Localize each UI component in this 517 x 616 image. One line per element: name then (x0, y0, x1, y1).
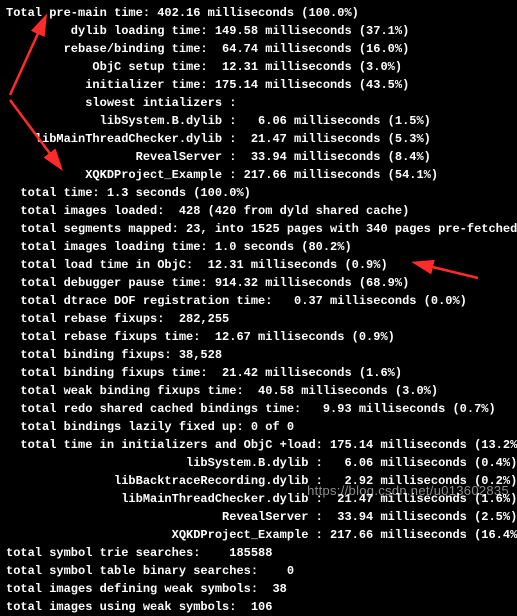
console-line: total images using weak symbols: 106 (6, 598, 511, 616)
console-line: libMainThreadChecker.dylib : 21.47 milli… (6, 130, 511, 148)
console-line: total redo shared cached bindings time: … (6, 400, 511, 418)
console-line: total debugger pause time: 914.32 millis… (6, 274, 511, 292)
console-line: dylib loading time: 149.58 milliseconds … (6, 22, 511, 40)
console-line: total rebase fixups: 282,255 (6, 310, 511, 328)
console-line: total rebase fixups time: 12.67 millisec… (6, 328, 511, 346)
console-line: XQKDProject_Example : 217.66 millisecond… (6, 166, 511, 184)
console-line: total weak binding fixups time: 40.58 mi… (6, 382, 511, 400)
console-line: libSystem.B.dylib : 6.06 milliseconds (1… (6, 112, 511, 130)
console-line: total images loaded: 428 (420 from dyld … (6, 202, 511, 220)
console-line: total symbol table binary searches: 0 (6, 562, 511, 580)
terminal-output: Total pre-main time: 402.16 milliseconds… (6, 4, 511, 616)
console-line: total segments mapped: 23, into 1525 pag… (6, 220, 511, 238)
console-line: XQKDProject_Example : 217.66 millisecond… (6, 526, 511, 544)
console-line: total images loading time: 1.0 seconds (… (6, 238, 511, 256)
console-line: total binding fixups time: 21.42 millise… (6, 364, 511, 382)
console-line: RevealServer : 33.94 milliseconds (8.4%) (6, 148, 511, 166)
console-line: total symbol trie searches: 185588 (6, 544, 511, 562)
console-line: initializer time: 175.14 milliseconds (4… (6, 76, 511, 94)
watermark-text: https://blog.csdn.net/u013602835 (307, 481, 509, 501)
console-line: total time: 1.3 seconds (100.0%) (6, 184, 511, 202)
console-line: total load time in ObjC: 12.31 milliseco… (6, 256, 511, 274)
console-line: libSystem.B.dylib : 6.06 milliseconds (0… (6, 454, 511, 472)
console-line: total binding fixups: 38,528 (6, 346, 511, 364)
console-line: rebase/binding time: 64.74 milliseconds … (6, 40, 511, 58)
console-line: RevealServer : 33.94 milliseconds (2.5%) (6, 508, 511, 526)
console-line: Total pre-main time: 402.16 milliseconds… (6, 4, 511, 22)
console-line: total dtrace DOF registration time: 0.37… (6, 292, 511, 310)
console-line: slowest intializers : (6, 94, 511, 112)
console-line: ObjC setup time: 12.31 milliseconds (3.0… (6, 58, 511, 76)
console-line: total time in initializers and ObjC +loa… (6, 436, 511, 454)
console-line: total bindings lazily fixed up: 0 of 0 (6, 418, 511, 436)
console-line: total images defining weak symbols: 38 (6, 580, 511, 598)
